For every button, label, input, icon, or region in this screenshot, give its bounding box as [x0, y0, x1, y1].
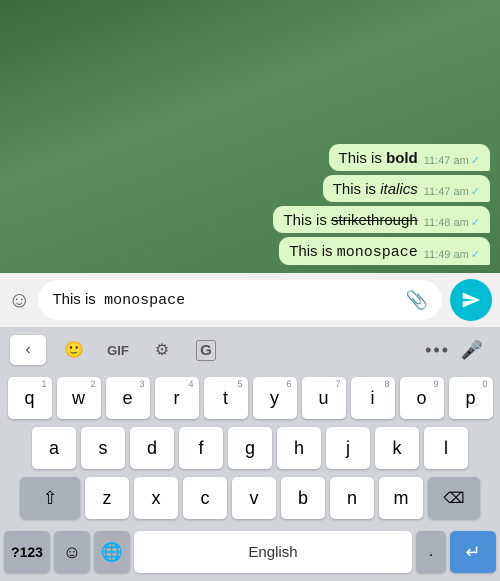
key-z[interactable]: z [85, 477, 129, 519]
enter-icon: ↵ [465, 542, 480, 563]
key-i[interactable]: 8i [351, 377, 395, 419]
message-meta-4: 11:49 am ✓ [424, 248, 480, 261]
message-meta-1: 11:47 am ✓ [424, 154, 480, 167]
message-text-4: This is monospace [289, 243, 418, 261]
keyboard-row-2: a s d f g h j k l [2, 427, 498, 469]
smiley-icon: ☺ [63, 542, 81, 563]
key-y[interactable]: 6y [253, 377, 297, 419]
dots-icon: ••• [425, 340, 450, 360]
key-r[interactable]: 4r [155, 377, 199, 419]
key-a[interactable]: a [32, 427, 76, 469]
message-meta-3: 11:48 am ✓ [424, 216, 480, 229]
sticker-button[interactable]: 🙂 [56, 335, 92, 365]
settings-icon: ⚙ [155, 340, 169, 360]
keyboard-back-button[interactable]: ‹ [10, 335, 46, 365]
backspace-key[interactable]: ⌫ [428, 477, 480, 519]
message-bubble-4: This is monospace 11:49 am ✓ [279, 237, 490, 265]
message-bubble-3: This is strikethrough 11:48 am ✓ [273, 206, 490, 233]
message-text-1: This is bold [339, 150, 418, 167]
keyboard-row-1: 1q 2w 3e 4r 5t 6y 7u 8i 9o 0p [2, 377, 498, 419]
more-options-button[interactable]: ••• [425, 340, 450, 361]
shift-icon: ⇧ [42, 488, 57, 509]
space-bar[interactable]: English [134, 531, 412, 573]
send-button[interactable] [450, 279, 492, 321]
mic-button[interactable]: 🎤 [454, 335, 490, 365]
key-f[interactable]: f [179, 427, 223, 469]
numbers-button[interactable]: ?123 [4, 531, 50, 573]
translate-icon: G [196, 340, 216, 361]
message-input[interactable]: This is monospace 📎 [38, 280, 442, 320]
check-icon-4: ✓ [471, 248, 480, 261]
key-v[interactable]: v [232, 477, 276, 519]
check-icon-1: ✓ [471, 154, 480, 167]
back-chevron-icon: ‹ [25, 341, 30, 359]
key-m[interactable]: m [379, 477, 423, 519]
key-l[interactable]: l [424, 427, 468, 469]
send-icon [461, 290, 481, 310]
key-t[interactable]: 5t [204, 377, 248, 419]
paperclip-button[interactable]: 📎 [406, 290, 428, 311]
globe-icon: 🌐 [101, 542, 123, 563]
key-s[interactable]: s [81, 427, 125, 469]
mic-icon: 🎤 [461, 340, 483, 361]
key-o[interactable]: 9o [400, 377, 444, 419]
backspace-icon: ⌫ [443, 489, 464, 507]
emoji-keyboard-button[interactable]: ☺ [54, 531, 90, 573]
sticker-icon: 🙂 [64, 340, 84, 360]
check-icon-2: ✓ [471, 185, 480, 198]
emoji-button[interactable]: ☺ [8, 287, 30, 313]
key-j[interactable]: j [326, 427, 370, 469]
enter-key[interactable]: ↵ [450, 531, 496, 573]
translate-button[interactable]: G [188, 335, 224, 365]
keyboard-bottom-row: ?123 ☺ 🌐 English . ↵ [0, 527, 500, 581]
key-w[interactable]: 2w [57, 377, 101, 419]
shift-key[interactable]: ⇧ [20, 477, 80, 519]
key-u[interactable]: 7u [302, 377, 346, 419]
key-h[interactable]: h [277, 427, 321, 469]
chat-area: This is bold 11:47 am ✓ This is italics … [0, 0, 500, 273]
message-bubble-2: This is italics 11:47 am ✓ [323, 175, 490, 202]
message-bubble-1: This is bold 11:47 am ✓ [329, 144, 490, 171]
message-meta-2: 11:47 am ✓ [424, 185, 480, 198]
input-area: ☺ This is monospace 📎 [0, 273, 500, 327]
input-text: This is monospace [52, 291, 399, 309]
key-e[interactable]: 3e [106, 377, 150, 419]
message-text-3: This is strikethrough [283, 212, 417, 229]
settings-button[interactable]: ⚙ [144, 335, 180, 365]
keyboard: 1q 2w 3e 4r 5t 6y 7u 8i 9o 0p a s d f g … [0, 373, 500, 527]
key-k[interactable]: k [375, 427, 419, 469]
key-b[interactable]: b [281, 477, 325, 519]
key-g[interactable]: g [228, 427, 272, 469]
key-d[interactable]: d [130, 427, 174, 469]
key-c[interactable]: c [183, 477, 227, 519]
key-x[interactable]: x [134, 477, 178, 519]
globe-button[interactable]: 🌐 [94, 531, 130, 573]
check-icon-3: ✓ [471, 216, 480, 229]
key-p[interactable]: 0p [449, 377, 493, 419]
key-n[interactable]: n [330, 477, 374, 519]
keyboard-row-3: ⇧ z x c v b n m ⌫ [2, 477, 498, 519]
key-q[interactable]: 1q [8, 377, 52, 419]
period-key[interactable]: . [416, 531, 446, 573]
keyboard-topbar: ‹ 🙂 GIF ⚙ G ••• 🎤 [0, 327, 500, 373]
message-text-2: This is italics [333, 181, 418, 198]
gif-button[interactable]: GIF [100, 335, 136, 365]
